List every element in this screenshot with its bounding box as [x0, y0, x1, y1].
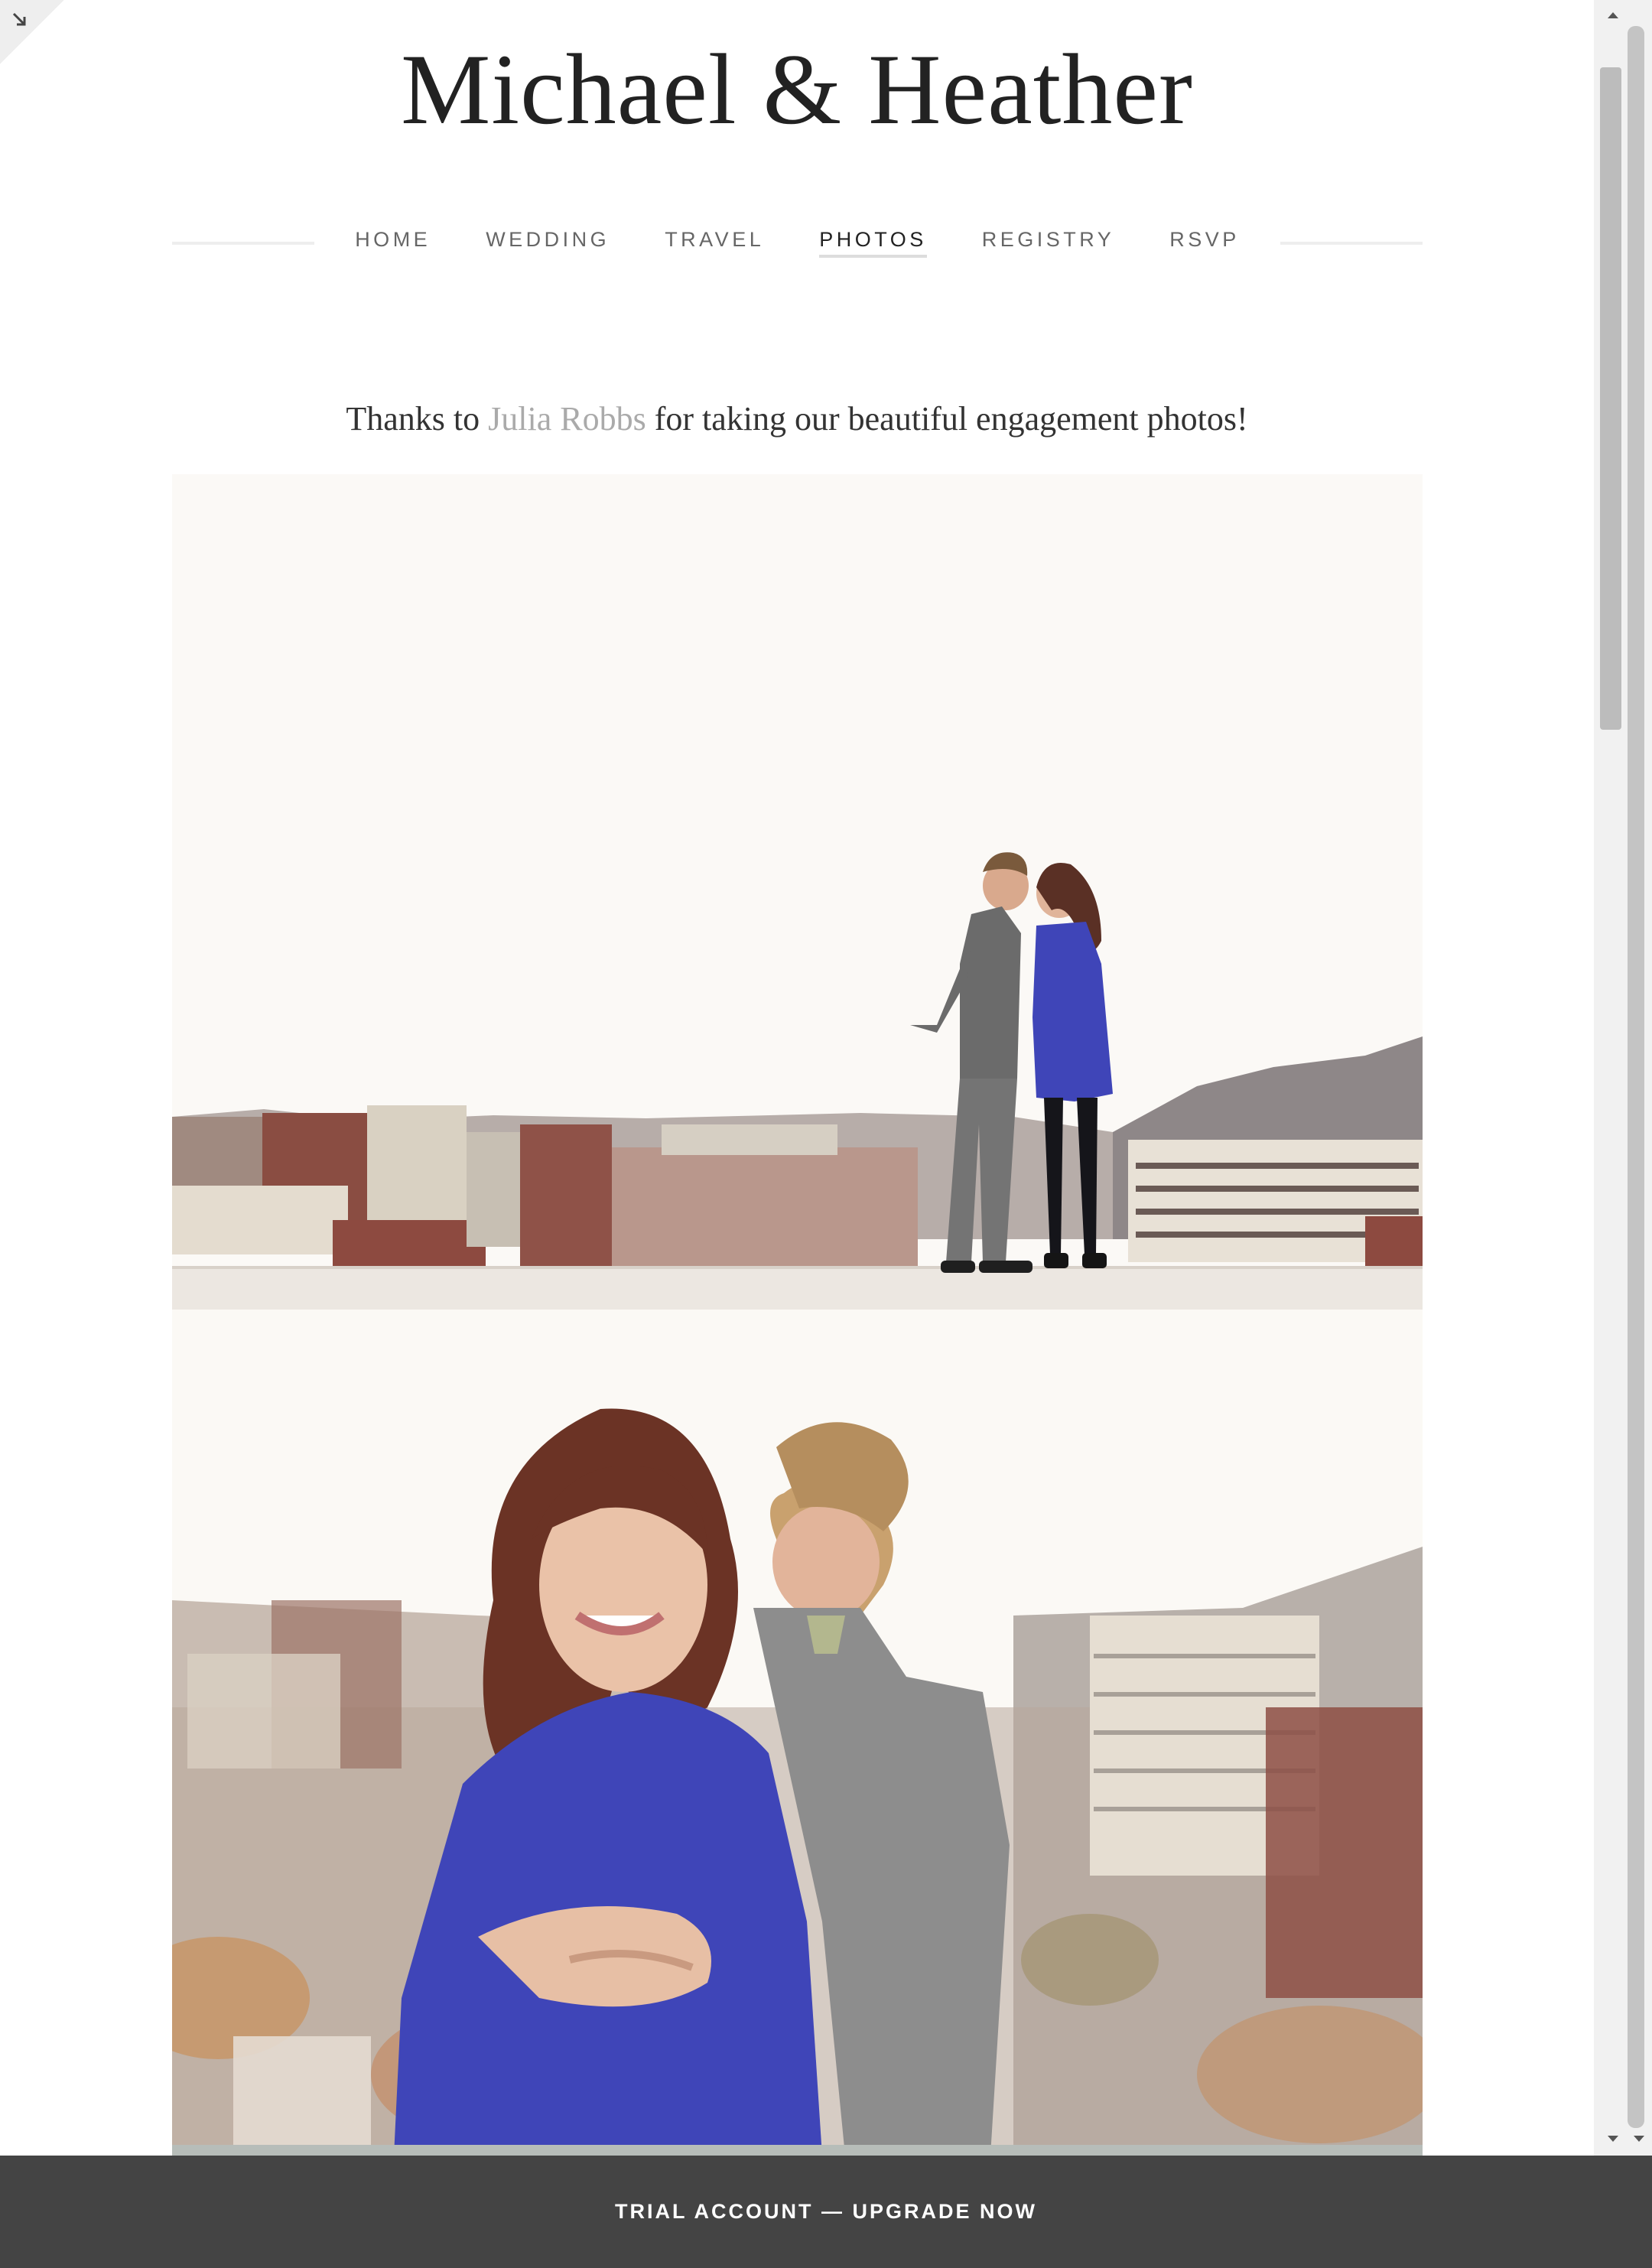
scrollbar-thumb[interactable] [1600, 67, 1621, 730]
photo-rooftop-kiss [172, 474, 1423, 1310]
resize-arrow-icon [12, 12, 26, 26]
intro-before: Thanks to [346, 400, 489, 438]
page: Michael & Heather HOME WEDDING TRAVEL PH… [0, 0, 1594, 2156]
vertical-scrollbar[interactable] [1594, 0, 1652, 2156]
nav-divider-left [172, 242, 314, 245]
upgrade-banner[interactable]: TRIAL ACCOUNT — UPGRADE NOW [0, 2156, 1652, 2268]
nav-item-wedding[interactable]: WEDDING [486, 228, 610, 258]
intro-after: for taking our beautiful engagement phot… [646, 400, 1248, 438]
upgrade-banner-label: TRIAL ACCOUNT — UPGRADE NOW [615, 2200, 1037, 2223]
nav-item-home[interactable]: HOME [355, 228, 431, 258]
engagement-photo-1[interactable] [172, 474, 1423, 1310]
nav-item-travel[interactable]: TRAVEL [665, 228, 764, 258]
photo-couple-embrace [172, 1310, 1423, 2156]
nav-item-rsvp[interactable]: RSVP [1169, 228, 1240, 258]
nav-item-registry[interactable]: REGISTRY [982, 228, 1115, 258]
intro-text: Thanks to Julia Robbs for taking our bea… [0, 399, 1594, 438]
scrollbar-track-secondary[interactable] [1628, 26, 1644, 2128]
scroll-down-arrow-icon[interactable] [1624, 2123, 1652, 2152]
nav-item-photos[interactable]: PHOTOS [819, 228, 927, 258]
engagement-photo-2[interactable] [172, 1310, 1423, 2156]
site-title: Michael & Heather [401, 33, 1193, 145]
scroll-down-arrow-icon[interactable] [1598, 2123, 1628, 2152]
scroll-up-arrow-icon[interactable] [1598, 2, 1628, 31]
photographer-link[interactable]: Julia Robbs [488, 400, 646, 438]
nav-divider-right [1280, 242, 1423, 245]
main-nav: HOME WEDDING TRAVEL PHOTOS REGISTRY RSVP [172, 223, 1423, 262]
